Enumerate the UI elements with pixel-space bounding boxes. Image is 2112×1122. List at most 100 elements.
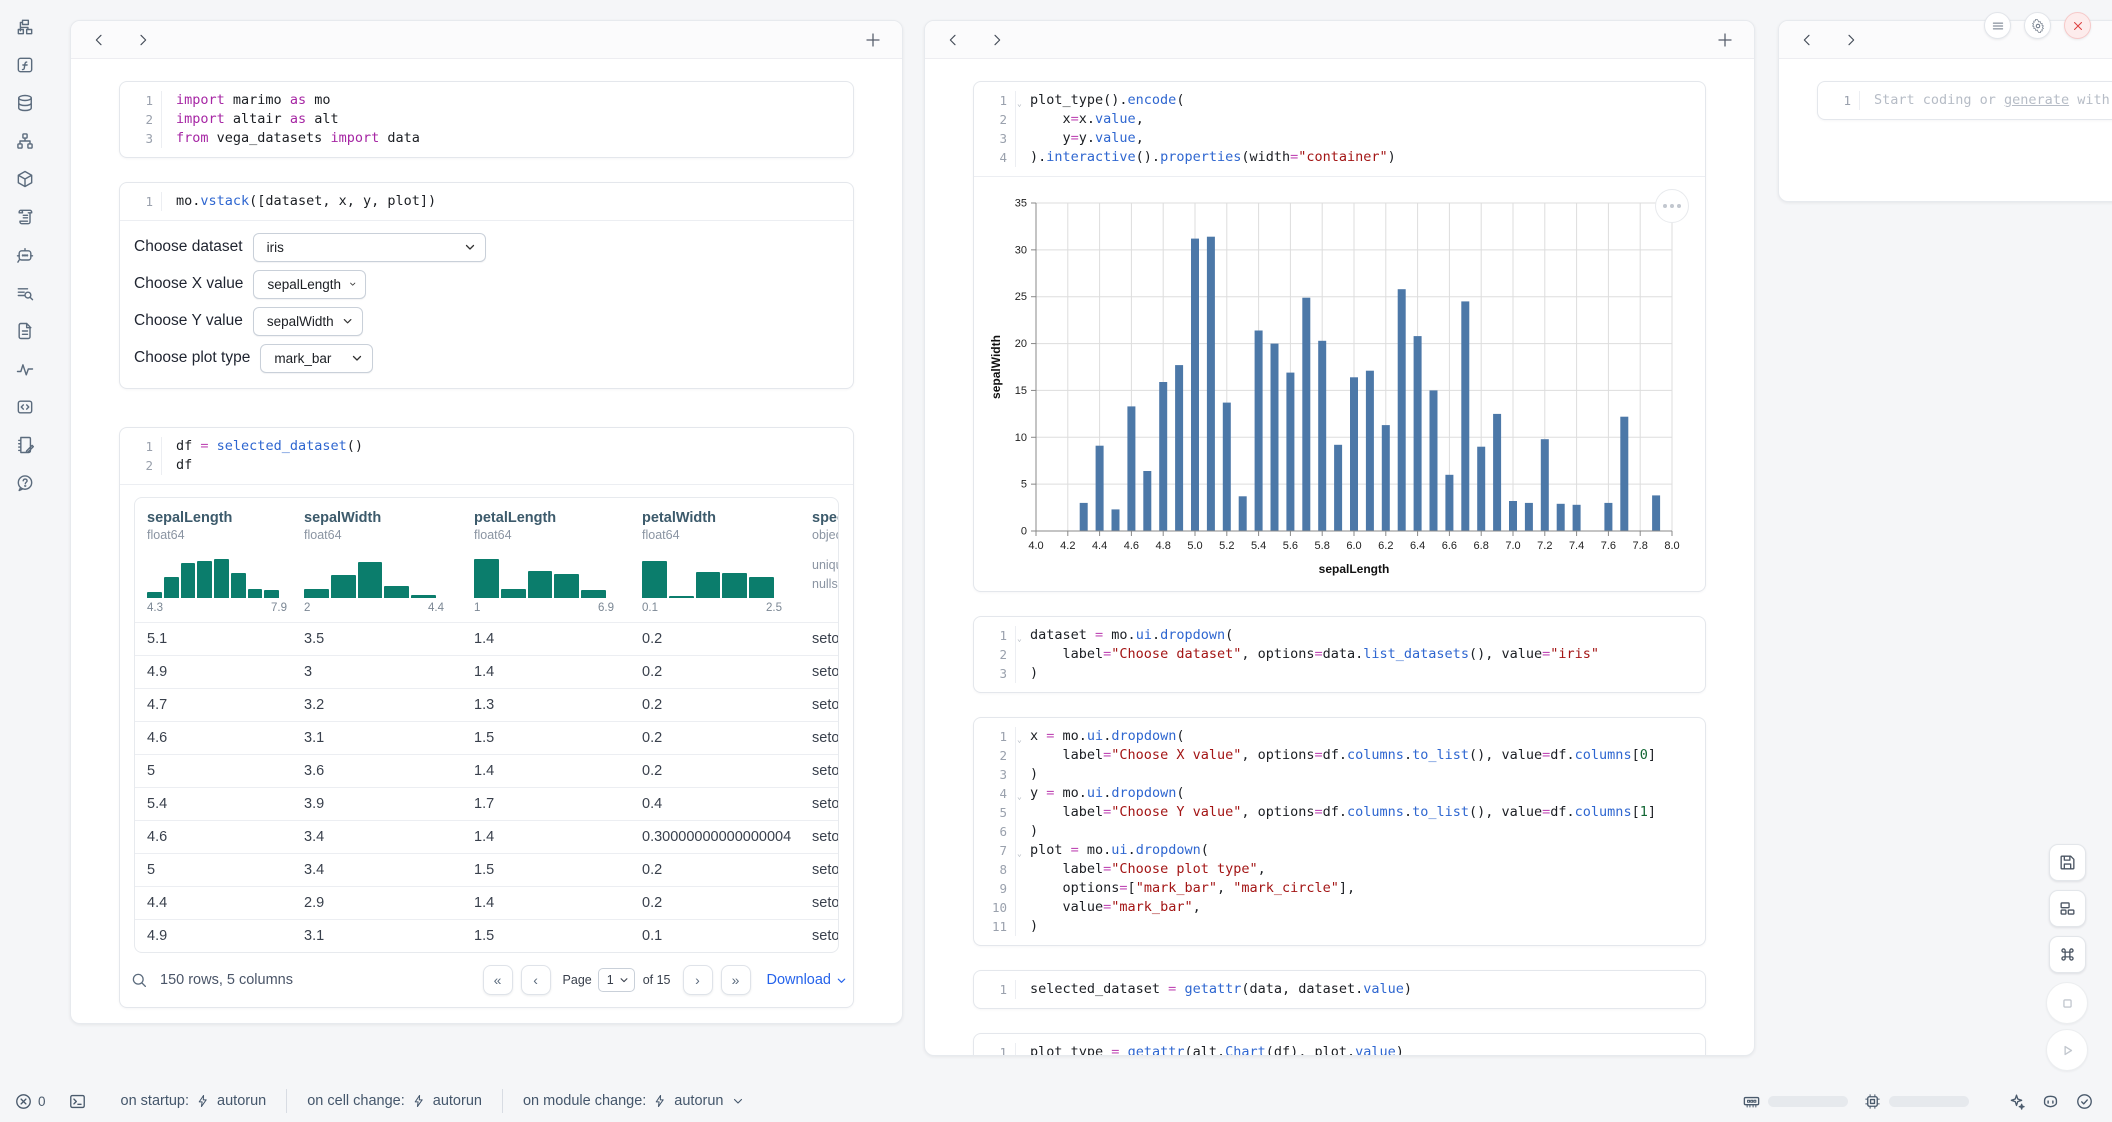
sidebar-database-icon[interactable]: [14, 92, 36, 114]
next-page-button[interactable]: ›: [683, 965, 713, 995]
download-button[interactable]: Download: [767, 972, 848, 988]
page-select[interactable]: 1: [598, 968, 635, 992]
code-line[interactable]: 2import altair as alt: [120, 110, 853, 129]
runtime-config-1[interactable]: on startup:autorun: [101, 1093, 287, 1109]
code-line[interactable]: 8 label="Choose plot type",: [974, 860, 1705, 879]
fold-chevron-icon[interactable]: ⌄: [1016, 844, 1022, 863]
copilot-button[interactable]: [2041, 1092, 2060, 1111]
terminal-button[interactable]: [68, 1092, 87, 1111]
code-line[interactable]: 6): [974, 822, 1705, 841]
code-line[interactable]: 3): [974, 765, 1705, 784]
sidebar-file-tree-icon[interactable]: [14, 16, 36, 38]
add-cell-icon[interactable]: [1716, 31, 1734, 49]
keyboard-shortcuts-button[interactable]: [2049, 936, 2086, 973]
dropdown-select-choose-y-value[interactable]: sepalWidth: [253, 307, 363, 336]
code-cell-plot-type[interactable]: 1plot_type = getattr(alt.Chart(df), plot…: [973, 1033, 1706, 1056]
runtime-config-2[interactable]: on cell change:autorun: [287, 1093, 502, 1109]
code-line[interactable]: 3): [974, 664, 1705, 683]
column-header[interactable]: sepalLengthfloat644.37.9: [135, 498, 292, 622]
code-cell-xy-dropdowns[interactable]: 1⌄x = mo.ui.dropdown(2 label="Choose X v…: [973, 717, 1706, 946]
dropdown-select-choose-plot-type[interactable]: mark_bar: [260, 344, 373, 373]
code-line[interactable]: 4⌄y = mo.ui.dropdown(: [974, 784, 1705, 803]
table-row[interactable]: 4.63.11.50.2setos: [135, 721, 838, 754]
prev-cell-icon[interactable]: [1799, 32, 1815, 48]
dropdown-select-choose-x-value[interactable]: sepalLength: [253, 270, 366, 299]
code-line[interactable]: 3from vega_datasets import data: [120, 129, 853, 148]
stop-button[interactable]: [2046, 982, 2088, 1024]
fold-chevron-icon[interactable]: ⌄: [1016, 787, 1022, 806]
column-header[interactable]: sepalWidthfloat6424.4: [292, 498, 462, 622]
sidebar-package-icon[interactable]: [14, 168, 36, 190]
code-line[interactable]: 4).interactive().properties(width="conta…: [974, 148, 1705, 167]
column-header[interactable]: speciobjecuniqunulls:: [800, 498, 838, 622]
code-cell-dataset-dropdown[interactable]: 1⌄dataset = mo.ui.dropdown(2 label="Choo…: [973, 616, 1706, 693]
menu-button[interactable]: [1984, 12, 2011, 39]
search-icon[interactable]: [130, 971, 148, 989]
code-cell-selected-dataset[interactable]: 1selected_dataset = getattr(data, datase…: [973, 970, 1706, 1009]
sidebar-notebook-icon[interactable]: [14, 434, 36, 456]
code-line[interactable]: 1plot_type = getattr(alt.Chart(df), plot…: [974, 1043, 1705, 1056]
code-cell-vstack[interactable]: 1mo.vstack([dataset, x, y, plot])Choose …: [119, 182, 854, 389]
dropdown-select-choose-dataset[interactable]: iris: [253, 233, 486, 262]
runtime-config-3[interactable]: on module change:autorun: [503, 1093, 765, 1109]
ai-sparkles-button[interactable]: [2007, 1092, 2026, 1111]
sidebar-function-icon[interactable]: [14, 54, 36, 76]
close-button[interactable]: [2064, 12, 2091, 39]
connection-status-icon[interactable]: [2075, 1092, 2094, 1111]
add-cell-icon[interactable]: [864, 31, 882, 49]
code-line[interactable]: 11): [974, 917, 1705, 936]
column-header[interactable]: petalLengthfloat6416.9: [462, 498, 630, 622]
next-cell-icon[interactable]: [1843, 32, 1859, 48]
table-row[interactable]: 4.42.91.40.2setos: [135, 886, 838, 919]
code-line[interactable]: 1df = selected_dataset(): [120, 437, 853, 456]
code-line[interactable]: 1⌄dataset = mo.ui.dropdown(: [974, 626, 1705, 645]
run-button[interactable]: [2046, 1029, 2088, 1071]
generate-link[interactable]: generate: [2004, 92, 2069, 108]
sidebar-code-box-icon[interactable]: [14, 396, 36, 418]
table-row[interactable]: 4.63.41.40.30000000000000004setos: [135, 820, 838, 853]
layout-button[interactable]: [2049, 890, 2086, 927]
code-line[interactable]: 2 label="Choose dataset", options=data.l…: [974, 645, 1705, 664]
errors-indicator[interactable]: [14, 1092, 33, 1111]
fold-chevron-icon[interactable]: ⌄: [1016, 730, 1022, 749]
table-row[interactable]: 4.93.11.50.1setos: [135, 919, 838, 952]
sidebar-document-icon[interactable]: [14, 320, 36, 342]
sidebar-chatbot-icon[interactable]: [14, 244, 36, 266]
code-line[interactable]: 10 value="mark_bar",: [974, 898, 1705, 917]
settings-button[interactable]: [2024, 12, 2051, 39]
code-line[interactable]: 7⌄plot = mo.ui.dropdown(: [974, 841, 1705, 860]
prev-cell-icon[interactable]: [945, 32, 961, 48]
code-line[interactable]: 1selected_dataset = getattr(data, datase…: [974, 980, 1705, 999]
table-row[interactable]: 5.13.51.40.2setos: [135, 622, 838, 655]
code-line[interactable]: 2 label="Choose X value", options=df.col…: [974, 746, 1705, 765]
fold-chevron-icon[interactable]: ⌄: [1016, 629, 1022, 648]
table-row[interactable]: 4.73.21.30.2setos: [135, 688, 838, 721]
next-cell-icon[interactable]: [989, 32, 1005, 48]
table-row[interactable]: 53.61.40.2setos: [135, 754, 838, 787]
code-line[interactable]: 2df: [120, 456, 853, 475]
table-row[interactable]: 53.41.50.2setos: [135, 853, 838, 886]
sidebar-search-list-icon[interactable]: [14, 282, 36, 304]
sidebar-help-icon[interactable]: [14, 472, 36, 494]
last-page-button[interactable]: »: [721, 965, 751, 995]
sidebar-scroll-icon[interactable]: [14, 206, 36, 228]
code-line[interactable]: 1⌄x = mo.ui.dropdown(: [974, 727, 1705, 746]
code-cell-plot[interactable]: 1⌄plot_type().encode(2 x=x.value,3 y=y.v…: [973, 81, 1706, 592]
code-cell-imports[interactable]: 1import marimo as mo2import altair as al…: [119, 81, 854, 158]
code-editor-placeholder[interactable]: Start coding or generate with: [1860, 91, 2110, 110]
sidebar-sitemap-icon[interactable]: [14, 130, 36, 152]
code-line[interactable]: 9 options=["mark_bar", "mark_circle"],: [974, 879, 1705, 898]
prev-page-button[interactable]: ‹: [521, 965, 551, 995]
prev-cell-icon[interactable]: [91, 32, 107, 48]
save-button[interactable]: [2049, 844, 2086, 881]
scratch-code-cell[interactable]: 1 Start coding or generate with: [1817, 81, 2112, 120]
code-line[interactable]: 5 label="Choose Y value", options=df.col…: [974, 803, 1705, 822]
first-page-button[interactable]: «: [483, 965, 513, 995]
chart-options-button[interactable]: [1655, 189, 1689, 223]
code-line[interactable]: 2 x=x.value,: [974, 110, 1705, 129]
code-line[interactable]: 1⌄plot_type().encode(: [974, 91, 1705, 110]
code-line[interactable]: 1import marimo as mo: [120, 91, 853, 110]
code-line[interactable]: 3 y=y.value,: [974, 129, 1705, 148]
table-row[interactable]: 4.931.40.2setos: [135, 655, 838, 688]
altair-bar-chart[interactable]: 4.04.24.44.64.85.05.25.45.65.86.06.26.46…: [988, 189, 1688, 581]
